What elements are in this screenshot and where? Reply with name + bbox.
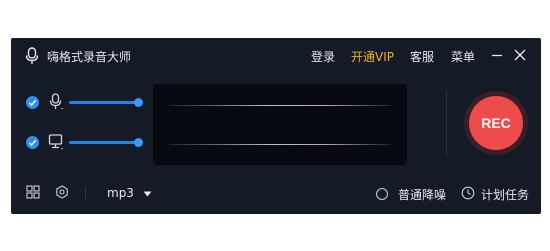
customer-service-link[interactable]: 客服 [410,48,434,65]
noise-reduction-label[interactable]: 普通降噪 [398,186,446,203]
clock-icon[interactable] [461,186,475,200]
record-button[interactable]: REC [464,91,528,155]
bottom-separator [85,186,86,200]
waveform-line-bottom [169,144,391,145]
menu-link[interactable]: 菜单 [451,48,475,65]
system-volume-handle[interactable] [134,138,143,147]
monitor-speaker-icon[interactable] [48,133,64,151]
microphone-volume-slider[interactable] [69,101,138,104]
grid-apps-icon[interactable] [26,185,40,199]
close-icon[interactable] [511,46,529,64]
login-link[interactable]: 登录 [311,48,335,65]
microphone-checkbox[interactable] [26,96,39,109]
check-icon [28,139,37,147]
check-icon [28,99,37,107]
dropdown-arrow-icon [143,191,152,196]
microphone-icon[interactable] [48,93,64,111]
system-volume-slider[interactable] [69,141,138,144]
recorder-window: 嗨格式录音大师 登录 开通VIP 客服 菜单 REC mp3 普通降噪 计划任务 [11,38,541,214]
format-select[interactable]: mp3 [107,186,152,200]
microphone-logo-icon [25,47,39,64]
system-audio-checkbox[interactable] [26,136,39,149]
waveform-line-top [169,105,391,106]
waveform-display [153,84,407,165]
microphone-volume-handle[interactable] [134,98,143,107]
settings-gear-icon[interactable] [55,185,69,199]
record-button-label: REC [469,96,523,150]
noise-reduction-radio[interactable] [376,188,388,200]
vip-link[interactable]: 开通VIP [351,48,394,65]
format-select-value: mp3 [107,186,134,200]
vertical-divider [446,90,447,156]
app-title: 嗨格式录音大师 [47,50,132,64]
minimize-icon[interactable] [488,46,506,64]
title-bar: 嗨格式录音大师 登录 开通VIP 客服 菜单 [11,38,541,74]
schedule-task-label[interactable]: 计划任务 [481,186,529,203]
